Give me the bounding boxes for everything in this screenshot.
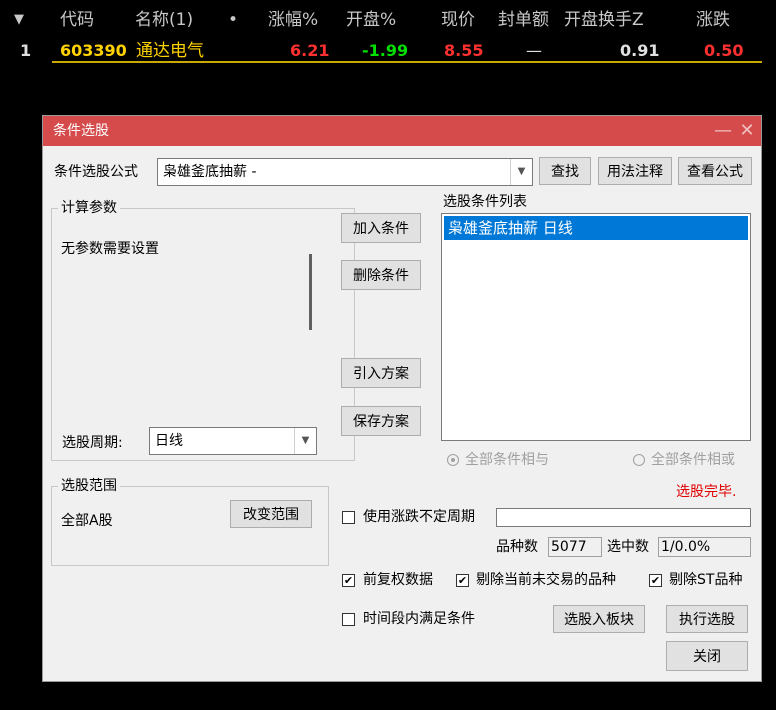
radio-or[interactable] <box>633 454 645 466</box>
radio-and-label[interactable]: 全部条件相与 <box>465 450 549 470</box>
exclude-st-checkbox[interactable]: ✔ <box>649 574 662 587</box>
to-block-button[interactable]: 选股入板块 <box>553 605 645 633</box>
execute-button[interactable]: 执行选股 <box>666 605 748 633</box>
no-params-text: 无参数需要设置 <box>61 241 159 257</box>
col-header-change-pct[interactable]: 涨幅% <box>268 8 318 32</box>
delete-condition-button[interactable]: 删除条件 <box>341 260 421 290</box>
col-header-code[interactable]: 代码 <box>60 8 94 32</box>
condition-select-dialog: 条件选股 — ✕ 条件选股公式 枭雄釜底抽薪 - ▼ 查找 用法注释 查看公式 … <box>42 115 762 682</box>
period-label: 选股周期: <box>62 435 123 451</box>
col-header-dot: • <box>228 10 239 30</box>
count-value: 5077 <box>548 537 602 557</box>
exclude-untraded-label[interactable]: 剔除当前未交易的品种 <box>476 570 616 590</box>
condition-list-label: 选股条件列表 <box>443 194 527 210</box>
import-plan-button[interactable]: 引入方案 <box>341 358 421 388</box>
row-open-turnover: 0.91 <box>620 41 660 60</box>
formula-value: 枭雄釜底抽薪 - <box>163 164 257 180</box>
params-group: 计算参数 无参数需要设置 选股周期: 日线 ▼ <box>51 198 355 461</box>
selected-value: 1/0.0% <box>658 537 751 557</box>
range-group-title: 选股范围 <box>58 476 120 496</box>
radio-or-label[interactable]: 全部条件相或 <box>651 450 735 470</box>
view-formula-button[interactable]: 查看公式 <box>678 157 752 185</box>
params-scrollbar[interactable] <box>309 254 312 330</box>
change-range-button[interactable]: 改变范围 <box>230 500 312 528</box>
minimize-icon[interactable]: — <box>711 118 735 144</box>
add-condition-button[interactable]: 加入条件 <box>341 213 421 243</box>
row-seal-amount: — <box>526 41 542 60</box>
row-change-pct: 6.21 <box>290 41 330 60</box>
col-header-name[interactable]: 名称(1) <box>135 8 193 32</box>
close-button[interactable]: 关闭 <box>666 641 748 671</box>
dialog-title: 条件选股 <box>53 123 109 139</box>
col-header-open-pct[interactable]: 开盘% <box>346 8 396 32</box>
exclude-st-label[interactable]: 剔除ST品种 <box>669 570 742 590</box>
time-range-label[interactable]: 时间段内满足条件 <box>363 609 475 629</box>
row-code[interactable]: 603390 <box>60 40 127 62</box>
sort-icon[interactable]: ▼ <box>14 8 24 32</box>
variable-period-input[interactable] <box>496 508 751 527</box>
col-header-open-turnover[interactable]: 开盘换手Z <box>564 8 644 32</box>
usage-button[interactable]: 用法注释 <box>598 157 672 185</box>
formula-label: 条件选股公式 <box>54 164 138 180</box>
chevron-down-icon[interactable]: ▼ <box>510 159 532 185</box>
stock-table: ▼ 代码 名称(1) • 涨幅% 开盘% 现价 封单额 开盘换手Z 涨跌 1 6… <box>0 0 776 115</box>
row-index: 1 <box>20 41 32 60</box>
range-group: 选股范围 全部A股 改变范围 <box>51 476 329 566</box>
row-open-pct: -1.99 <box>362 41 409 60</box>
row-price: 8.55 <box>444 41 484 60</box>
period-value: 日线 <box>155 433 183 449</box>
find-button[interactable]: 查找 <box>539 157 591 185</box>
col-header-seal-amount[interactable]: 封单额 <box>498 8 549 32</box>
time-range-checkbox[interactable] <box>342 613 355 626</box>
col-header-change[interactable]: 涨跌 <box>696 8 730 32</box>
exclude-untraded-checkbox[interactable]: ✔ <box>456 574 469 587</box>
forward-adjust-label[interactable]: 前复权数据 <box>363 570 433 590</box>
forward-adjust-checkbox[interactable]: ✔ <box>342 574 355 587</box>
row-selection-underline <box>52 61 762 63</box>
row-name[interactable]: 通达电气 <box>136 40 204 62</box>
radio-and[interactable] <box>447 454 459 466</box>
variable-period-label[interactable]: 使用涨跌不定周期 <box>363 507 475 527</box>
list-item[interactable]: 枭雄釜底抽薪 日线 <box>444 216 748 240</box>
params-group-title: 计算参数 <box>58 198 120 218</box>
formula-combobox[interactable]: 枭雄釜底抽薪 - ▼ <box>157 158 533 186</box>
close-icon[interactable]: ✕ <box>735 118 759 144</box>
condition-listbox[interactable]: 枭雄釜底抽薪 日线 <box>441 213 751 441</box>
variable-period-checkbox[interactable] <box>342 511 355 524</box>
save-plan-button[interactable]: 保存方案 <box>341 406 421 436</box>
row-change: 0.50 <box>704 41 744 60</box>
count-label: 品种数 <box>496 539 538 555</box>
col-header-price[interactable]: 现价 <box>441 8 475 32</box>
range-value: 全部A股 <box>61 513 113 529</box>
period-combobox[interactable]: 日线 ▼ <box>149 427 317 455</box>
chevron-down-icon[interactable]: ▼ <box>294 428 316 454</box>
selected-label: 选中数 <box>607 539 649 555</box>
dialog-titlebar[interactable]: 条件选股 — ✕ <box>43 116 761 146</box>
status-text: 选股完毕. <box>676 484 737 500</box>
